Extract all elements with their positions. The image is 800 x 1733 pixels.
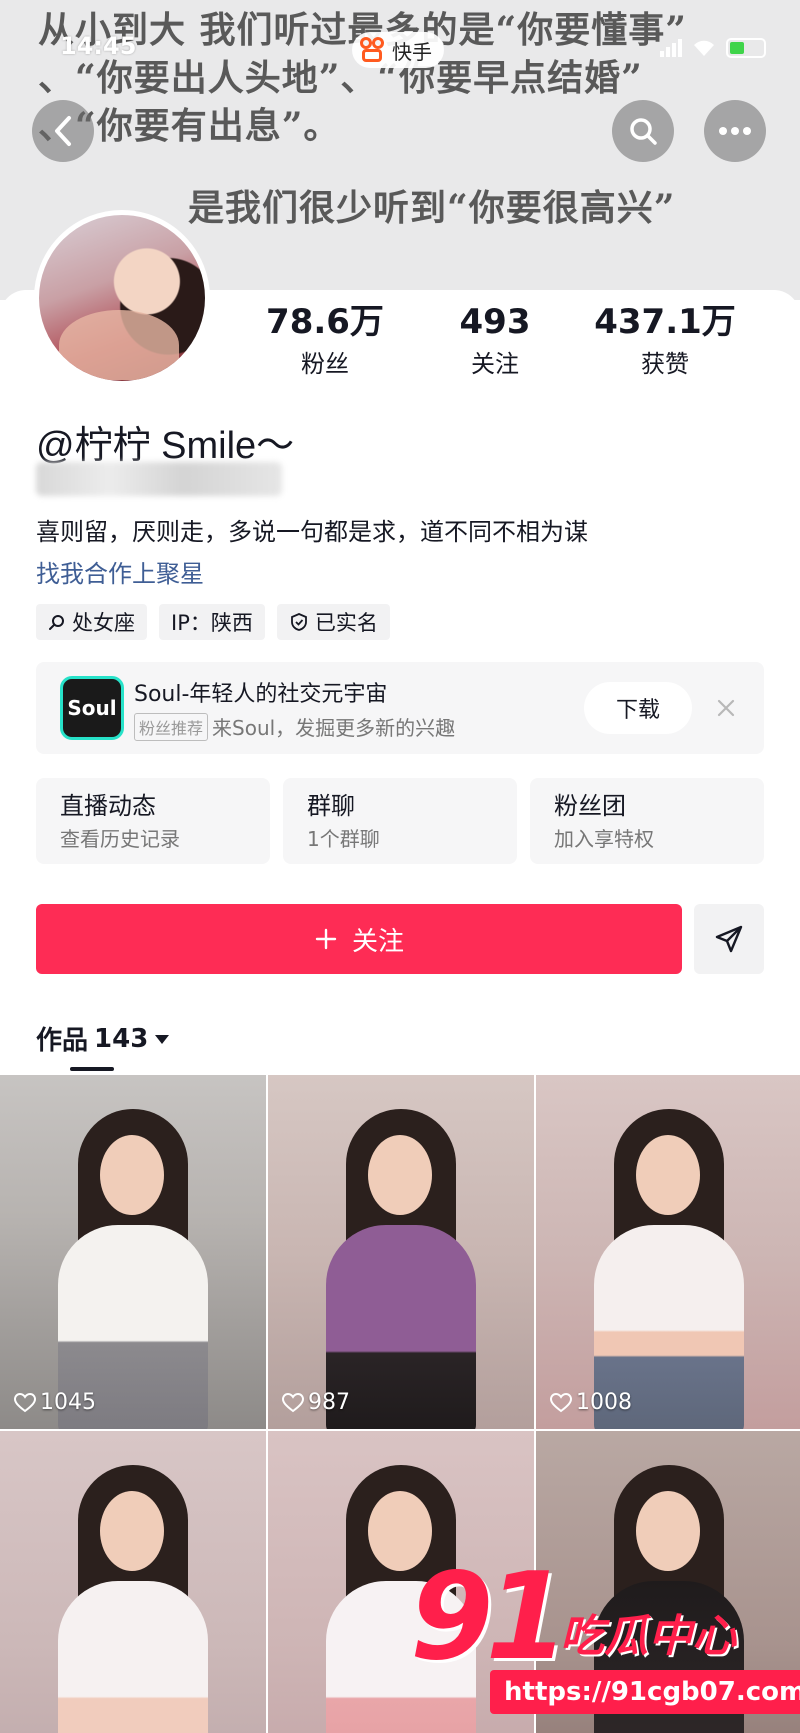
feature-group-chat[interactable]: 群聊 1个群聊: [283, 778, 517, 864]
search-icon: [49, 615, 64, 630]
plus-icon: [315, 928, 337, 950]
ad-badge: 粉丝推荐: [134, 712, 209, 741]
stat-label: 关注: [471, 350, 519, 378]
heart-icon: [282, 1392, 304, 1412]
more-dots-icon: [719, 127, 751, 135]
stat-followers[interactable]: 78.6万 粉丝: [240, 300, 410, 382]
share-button[interactable]: [694, 904, 764, 974]
heart-icon: [550, 1392, 572, 1412]
stat-following[interactable]: 493 关注: [410, 300, 580, 382]
verified-shield-icon: [290, 613, 307, 631]
stat-value: 78.6万: [266, 302, 384, 342]
tag-ip: IP：陕西: [159, 604, 265, 640]
send-paper-plane-icon: [715, 925, 743, 953]
blurred-user-id: [36, 462, 282, 496]
video-thumbnail[interactable]: 1045: [0, 1075, 266, 1429]
follow-button[interactable]: 关注: [36, 904, 682, 974]
caret-down-icon: [155, 1034, 170, 1044]
status-icons: [660, 38, 766, 58]
profile-stats: 78.6万 粉丝 493 关注 437.1万 获赞: [240, 300, 780, 390]
like-count-value: 987: [308, 1390, 350, 1415]
ad-subtitle-row: 粉丝推荐 来Soul，发掘更多新的兴趣: [134, 712, 455, 741]
ad-title: Soul-年轻人的社交元宇宙: [134, 682, 388, 707]
soul-logo: Soul: [60, 676, 124, 740]
like-count-value: 1008: [576, 1390, 632, 1415]
watermark-logo-number: 91: [410, 1548, 569, 1687]
works-count: 143: [94, 1023, 149, 1054]
feature-subtitle: 查看历史记录: [60, 827, 180, 851]
tag-label: 已实名: [314, 611, 378, 635]
like-count: 1045: [14, 1390, 96, 1415]
ad-download-button[interactable]: 下载: [584, 682, 692, 734]
tag-verified[interactable]: 已实名: [276, 604, 390, 640]
video-thumbnail[interactable]: 987: [268, 1075, 534, 1429]
signal-icon: [660, 39, 682, 57]
status-app-pill: 快手: [352, 32, 444, 68]
bio-link[interactable]: 找我合作上聚星: [36, 554, 204, 589]
tab-underline: [70, 1067, 114, 1071]
wifi-icon: [694, 40, 714, 56]
status-bar: 14:45 快手: [0, 28, 800, 68]
profile-tags: 处女座 IP：陕西 已实名: [36, 604, 390, 640]
feature-cards: 直播动态 查看历史记录 群聊 1个群聊 粉丝团 加入享特权: [36, 778, 764, 864]
avatar[interactable]: [34, 210, 210, 386]
status-app-name: 快手: [392, 39, 432, 64]
feature-subtitle: 加入享特权: [554, 827, 654, 851]
search-button[interactable]: [612, 100, 674, 162]
watermark-logo-text: 吃瓜中心: [560, 1611, 736, 1662]
feature-title: 粉丝团: [554, 792, 626, 820]
username: @柠柠 Smile～: [36, 425, 295, 467]
search-icon: [630, 118, 657, 145]
video-thumbnail[interactable]: [0, 1431, 266, 1733]
bio-text: 喜则留，厌则走，多说一句都是求，道不同不相为谋: [36, 518, 588, 546]
battery-icon: [726, 38, 766, 58]
stat-label: 粉丝: [301, 350, 349, 378]
ad-close-button[interactable]: [708, 690, 744, 726]
tab-works[interactable]: 作品 143: [36, 1020, 170, 1057]
watermark-url: https://91cgb07.com: [490, 1670, 800, 1714]
heart-icon: [14, 1392, 36, 1412]
like-count: 987: [282, 1390, 350, 1415]
follow-label: 关注: [351, 926, 404, 957]
feature-fan-club[interactable]: 粉丝团 加入享特权: [530, 778, 764, 864]
like-count: 1008: [550, 1390, 632, 1415]
soul-ad-banner[interactable]: Soul Soul-年轻人的社交元宇宙 粉丝推荐 来Soul，发掘更多新的兴趣 …: [36, 662, 764, 754]
close-icon: [717, 699, 735, 717]
tag-label: IP：陕西: [171, 611, 253, 635]
tag-label: 处女座: [72, 611, 135, 635]
back-button[interactable]: [32, 100, 94, 162]
feature-subtitle: 1个群聊: [307, 827, 380, 851]
kuaishou-logo-icon: [360, 37, 386, 63]
ad-subtitle: 来Soul，发掘更多新的兴趣: [212, 716, 456, 740]
like-count-value: 1045: [40, 1390, 96, 1415]
stat-value: 437.1万: [594, 302, 736, 342]
back-arrow-icon: [55, 116, 71, 146]
more-button[interactable]: [704, 100, 766, 162]
stat-label: 获赞: [641, 350, 689, 378]
works-label: 作品: [36, 1026, 89, 1056]
feature-live-history[interactable]: 直播动态 查看历史记录: [36, 778, 270, 864]
stat-likes[interactable]: 437.1万 获赞: [580, 300, 750, 382]
stat-value: 493: [459, 302, 531, 342]
status-time: 14:45: [60, 32, 137, 60]
banner-line: 是我们很少听到“你要很高兴”: [188, 187, 676, 229]
tag-zodiac[interactable]: 处女座: [36, 604, 147, 640]
feature-title: 直播动态: [60, 792, 156, 820]
video-thumbnail[interactable]: 1008: [536, 1075, 800, 1429]
feature-title: 群聊: [307, 792, 355, 820]
